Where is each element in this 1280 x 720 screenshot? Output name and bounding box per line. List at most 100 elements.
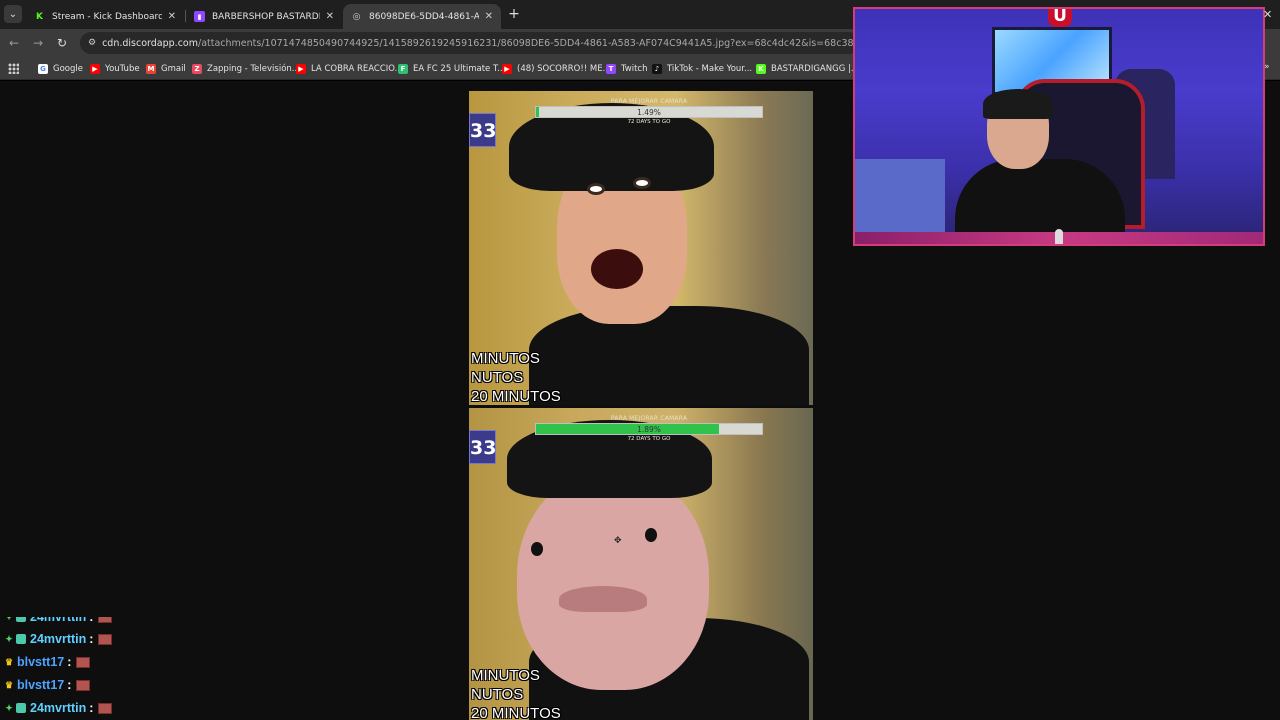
tab-discord-attachment[interactable]: ◎ 86098DE6-5DD4-4861-A583-A ✕ <box>343 4 501 29</box>
emote-icon <box>76 656 91 668</box>
goal-days-left: 72 DAYS TO GO <box>627 119 671 125</box>
chat-message: ✦ 24mvrttin: <box>4 629 113 649</box>
arrow-left-icon: ← <box>8 36 20 50</box>
chat-username[interactable]: blvstt17 <box>17 678 64 692</box>
shirt-shape <box>529 306 809 405</box>
apps-grid-icon[interactable] <box>8 63 19 74</box>
bookmark-favicon-icon: T <box>606 64 616 74</box>
crown-badge-icon: ♛ <box>4 656 14 667</box>
bookmark-item[interactable]: G Google <box>38 62 83 76</box>
bookmark-favicon-icon: ▶ <box>296 64 306 74</box>
twitch-icon: ▮ <box>194 11 205 22</box>
subscriber-badge-icon <box>16 634 26 644</box>
close-icon[interactable]: ✕ <box>1263 8 1272 21</box>
emote-icon <box>98 633 113 645</box>
microphone-icon <box>1055 229 1063 244</box>
tab-title: 86098DE6-5DD4-4861-A583-A <box>369 11 479 22</box>
sparkle-badge-icon: ✦ <box>5 611 13 622</box>
bookmark-item[interactable]: K BASTARDIGANGG |... <box>756 62 859 76</box>
bookmark-item[interactable]: ▶ LA COBRA REACCIO... <box>296 62 403 76</box>
counter-badge: 33 <box>469 113 496 147</box>
progress-goal: PARA MEJORAR CAMARA 1.89% 72 DAYS TO GO <box>535 415 763 442</box>
subscriber-badge-icon <box>16 703 26 713</box>
bookmark-item[interactable]: F EA FC 25 Ultimate T... <box>398 62 505 76</box>
close-icon[interactable]: ✕ <box>485 11 493 22</box>
webcam-overlay: U <box>853 7 1265 246</box>
mouth-shape <box>591 249 643 289</box>
close-icon[interactable]: ✕ <box>168 11 176 22</box>
streamer-hair <box>983 89 1053 119</box>
bookmark-item[interactable]: M Gmail <box>146 62 186 76</box>
reload-icon: ↻ <box>56 36 68 50</box>
new-tab-button[interactable]: + <box>506 6 522 22</box>
bookmark-favicon-icon: ▶ <box>90 64 100 74</box>
chat-message: ♛ blvstt17: <box>4 675 91 695</box>
address-bar[interactable]: ⚙ cdn.discordapp.com/attachments/1071474… <box>80 32 860 54</box>
chat-username[interactable]: blvstt17 <box>17 655 64 669</box>
meme-image-top: 33 PARA MEJORAR CAMARA 1.49% 72 DAYS TO … <box>469 91 813 405</box>
chevron-down-icon: ⌄ <box>8 8 18 20</box>
back-button[interactable]: ← <box>6 35 22 51</box>
emote-icon <box>98 702 113 714</box>
bookmark-item[interactable]: ▶ (48) SOCORRO!! ME... <box>502 62 611 76</box>
tab-search-button[interactable]: ⌄ <box>4 5 22 23</box>
bookmark-label: YouTube <box>105 64 140 74</box>
chat-username[interactable]: 24mvrttin <box>30 632 86 646</box>
chat-message: ✦ 24mvrttin: <box>4 698 113 718</box>
tab-kick-dashboard[interactable]: K Stream - Kick Dashboard ✕ <box>26 4 184 29</box>
goal-progress-bar: 1.49% <box>535 106 763 118</box>
globe-icon: ◎ <box>352 11 361 22</box>
bookmark-item[interactable]: ▶ YouTube <box>90 62 140 76</box>
meme-image-bottom: 33 PARA MEJORAR CAMARA 1.89% 72 DAYS TO … <box>469 408 813 720</box>
goal-percent: 1.89% <box>637 425 661 434</box>
kick-icon: K <box>36 11 43 22</box>
sparkle-badge-icon: ✦ <box>5 633 13 644</box>
goal-label: PARA MEJORAR CAMARA <box>610 98 688 105</box>
bookmark-item[interactable]: T Twitch <box>606 62 648 76</box>
counter-badge: 33 <box>469 430 496 464</box>
reload-button[interactable]: ↻ <box>54 35 70 51</box>
chat-separator: : <box>89 610 94 624</box>
bookmark-item[interactable]: Z Zapping - Televisión... <box>192 62 300 76</box>
url-text: cdn.discordapp.com/attachments/107147485… <box>102 38 860 49</box>
bookmark-item[interactable]: ♪ TikTok - Make Your... <box>652 62 752 76</box>
bookmark-favicon-icon: F <box>398 64 408 74</box>
chat-message: ♛ blvstt17: <box>4 652 91 672</box>
sparkle-badge-icon: ✦ <box>5 702 13 713</box>
progress-goal: PARA MEJORAR CAMARA 1.49% 72 DAYS TO GO <box>535 98 763 125</box>
site-info-icon[interactable]: ⚙ <box>88 37 96 49</box>
arrow-right-icon: → <box>32 36 44 50</box>
bookmark-label: Gmail <box>161 64 186 74</box>
move-cursor-icon: ✥ <box>614 536 622 546</box>
bookmark-favicon-icon: Z <box>192 64 202 74</box>
bookmark-favicon-icon: ▶ <box>502 64 512 74</box>
bookmark-favicon-icon: ♪ <box>652 64 662 74</box>
chat-separator: : <box>67 655 72 669</box>
caption-text: MINUTOS NUTOS 20 MINUTOS <box>471 350 561 405</box>
bed-shape <box>855 159 945 239</box>
emote-icon <box>76 679 91 691</box>
bookmark-label: BASTARDIGANGG |... <box>771 64 859 74</box>
bookmark-label: Twitch <box>621 64 648 74</box>
eye-shape <box>645 528 657 542</box>
eye-shape <box>531 542 543 556</box>
bookmark-label: TikTok - Make Your... <box>667 64 753 74</box>
chat-message: ✦ 24mvrttin: <box>4 610 113 627</box>
mouth-shape <box>559 586 647 612</box>
crown-badge-icon: ♛ <box>4 679 14 690</box>
goal-percent: 1.49% <box>637 108 661 117</box>
bookmark-label: EA FC 25 Ultimate T... <box>413 64 506 74</box>
bookmark-favicon-icon: K <box>756 64 766 74</box>
chat-separator: : <box>89 701 94 715</box>
chat-username[interactable]: 24mvrttin <box>30 617 86 624</box>
eye-shape <box>633 177 651 189</box>
tab-barbershop[interactable]: ▮ BARBERSHOP BASTARDIGANGG ✕ <box>186 4 342 29</box>
bookmark-label: LA COBRA REACCIO... <box>311 64 403 74</box>
chat-username[interactable]: 24mvrttin <box>30 701 86 715</box>
forward-button[interactable]: → <box>30 35 46 51</box>
goal-days-left: 72 DAYS TO GO <box>627 436 671 442</box>
emote-icon <box>98 617 113 623</box>
subscriber-badge-icon <box>16 617 26 622</box>
tab-title: Stream - Kick Dashboard <box>52 11 162 22</box>
close-icon[interactable]: ✕ <box>326 11 334 22</box>
